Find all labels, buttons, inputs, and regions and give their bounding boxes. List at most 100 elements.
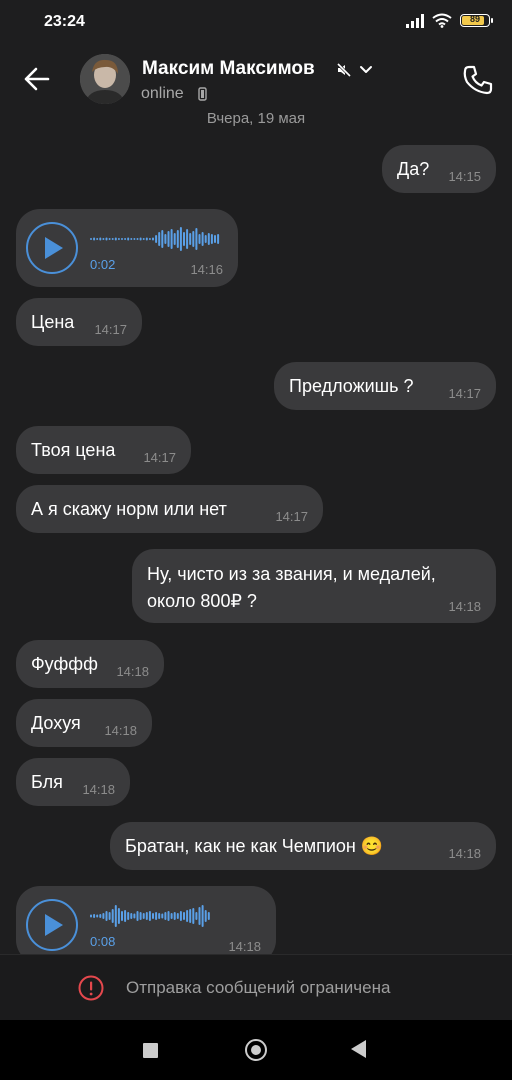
- play-button[interactable]: [26, 899, 78, 951]
- message-time: 14:17: [143, 450, 176, 465]
- waveform-bar: [96, 914, 99, 918]
- waveform-bar: [108, 238, 111, 240]
- avatar[interactable]: [80, 54, 130, 104]
- waveform-bar: [133, 913, 136, 919]
- message-bubble-in[interactable]: Бля 14:18: [16, 758, 130, 806]
- waveform-bar: [183, 912, 185, 920]
- message-bubble-in[interactable]: Твоя цена 14:17: [16, 426, 191, 474]
- status-bar: 23:24 89: [0, 0, 512, 46]
- waveform-bar: [148, 238, 151, 240]
- message-time: 14:18: [116, 664, 149, 679]
- chevron-down-icon[interactable]: [358, 63, 374, 77]
- waveform-bar: [189, 233, 192, 245]
- message-text: Цена: [31, 312, 75, 332]
- message-time: 14:17: [275, 509, 308, 524]
- message-text: Да?: [397, 159, 430, 179]
- waveform-bar: [198, 234, 201, 244]
- voice-duration: 0:08: [90, 934, 116, 949]
- play-icon: [45, 914, 63, 936]
- call-button[interactable]: [460, 62, 496, 98]
- back-button[interactable]: [20, 62, 54, 96]
- waveform-bar: [207, 912, 210, 920]
- chat-header: Максим Максимов online: [0, 46, 512, 112]
- waveform-bar: [99, 237, 102, 241]
- waveform-bar: [142, 238, 145, 240]
- system-back-button[interactable]: [351, 1040, 366, 1058]
- waveform-bar: [114, 237, 117, 241]
- message-time: 14:18: [104, 723, 137, 738]
- waveform-bar: [204, 910, 207, 922]
- voice-duration: 0:02: [90, 257, 116, 272]
- wifi-icon: [432, 13, 452, 28]
- waveform-bar: [214, 235, 216, 243]
- waveform-bar: [164, 234, 167, 244]
- contact-status: online: [141, 85, 184, 102]
- waveform-bar: [155, 235, 158, 243]
- waveform-bar: [130, 238, 133, 240]
- date-separator: Вчера, 19 мая: [206, 112, 306, 127]
- voice-message[interactable]: 0:02 14:16: [16, 209, 238, 287]
- waveform-bar: [161, 913, 164, 919]
- waveform-bar: [114, 905, 117, 927]
- message-bubble-out[interactable]: Ну, чисто из за звания, и медалей, около…: [132, 549, 496, 623]
- restriction-bar: Отправка сообщений ограничена: [0, 954, 512, 1020]
- message-text: Предложишь ?: [289, 376, 414, 396]
- waveform-bar: [108, 912, 111, 920]
- message-time: 14:15: [448, 169, 481, 184]
- waveform-bar: [173, 912, 176, 920]
- play-button[interactable]: [26, 222, 78, 274]
- message-bubble-out[interactable]: Да? 14:15: [382, 145, 496, 193]
- waveform-bar: [186, 910, 189, 922]
- waveform-bar: [207, 233, 210, 245]
- mobile-device-icon: [198, 87, 207, 101]
- waveform-bar: [102, 238, 105, 240]
- message-bubble-out[interactable]: Братан, как не как Чемпион 😊 14:18: [110, 822, 496, 870]
- contact-name[interactable]: Максим Максимов: [142, 58, 315, 80]
- waveform-bar: [164, 912, 167, 920]
- waveform-bar: [105, 911, 108, 921]
- waveform-bar: [170, 229, 173, 249]
- message-bubble-out[interactable]: Предложишь ? 14:17: [274, 362, 496, 410]
- waveform-bar: [105, 237, 108, 241]
- waveform-bar: [136, 238, 139, 240]
- waveform-bar: [93, 237, 96, 241]
- waveform-bar: [93, 914, 96, 918]
- phone-icon: [463, 65, 493, 95]
- waveform-bar: [111, 238, 114, 240]
- voice-message[interactable]: 0:08 14:18: [16, 886, 276, 954]
- waveform-bar: [155, 912, 158, 920]
- avatar-image: [80, 54, 130, 104]
- message-bubble-in[interactable]: Фуффф 14:18: [16, 640, 164, 688]
- waveform-bar: [176, 230, 179, 248]
- waveform: [90, 905, 210, 927]
- message-text: Дохуя: [31, 713, 81, 733]
- waveform-bar: [179, 227, 182, 251]
- waveform-bar: [170, 913, 173, 919]
- waveform-bar: [201, 232, 204, 246]
- message-bubble-in[interactable]: Цена 14:17: [16, 298, 142, 346]
- arrow-left-icon: [24, 67, 50, 91]
- waveform-bar: [173, 233, 176, 245]
- chat-area[interactable]: Вчера, 19 мая Да? 14:15 0:02 14:16 Цена …: [0, 112, 512, 954]
- status-icons: 89: [406, 13, 493, 28]
- waveform-bar: [158, 232, 161, 246]
- waveform-bar: [148, 911, 151, 921]
- waveform-bar: [198, 907, 201, 925]
- waveform-bar: [127, 237, 130, 241]
- battery-icon: 89: [460, 14, 493, 27]
- waveform-bar: [192, 908, 195, 924]
- message-time: 14:18: [448, 846, 481, 861]
- message-bubble-in[interactable]: Дохуя 14:18: [16, 699, 152, 747]
- waveform-bar: [189, 909, 192, 923]
- home-button[interactable]: [245, 1039, 267, 1061]
- recents-button[interactable]: [143, 1043, 158, 1058]
- message-time: 14:18: [82, 782, 115, 797]
- waveform-bar: [121, 911, 123, 921]
- waveform-bar: [96, 238, 99, 240]
- waveform-bar: [145, 237, 148, 241]
- waveform-bar: [145, 912, 148, 920]
- waveform-bar: [201, 905, 204, 927]
- message-time: 14:18: [448, 599, 481, 614]
- waveform-bar: [130, 913, 133, 919]
- message-bubble-in[interactable]: А я скажу норм или нет 14:17: [16, 485, 323, 533]
